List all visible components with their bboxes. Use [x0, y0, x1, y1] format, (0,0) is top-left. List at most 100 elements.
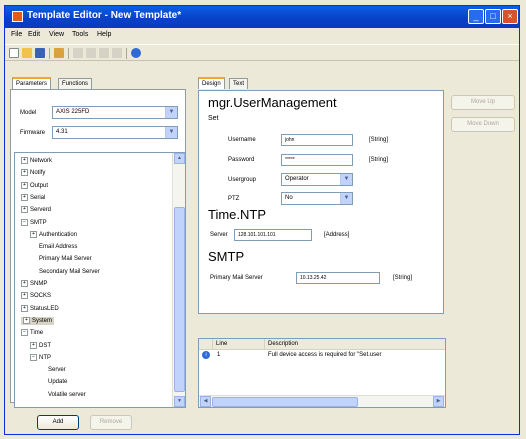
scroll-left-icon[interactable]: ◀: [200, 396, 211, 407]
chevron-down-icon[interactable]: ▼: [340, 193, 352, 204]
expand-icon[interactable]: +: [21, 193, 28, 201]
column-description[interactable]: Description: [265, 339, 445, 350]
expand-icon[interactable]: +: [30, 230, 37, 238]
server-label: Server: [210, 232, 228, 238]
app-icon: [12, 11, 23, 22]
tab-text[interactable]: Text: [229, 78, 249, 89]
expand-icon[interactable]: +: [21, 181, 28, 189]
tree-item[interactable]: − Time: [21, 329, 43, 337]
firmware-select[interactable]: 4.31 ▼: [52, 126, 178, 139]
expand-icon[interactable]: +: [21, 304, 28, 312]
tree-item[interactable]: Update: [48, 378, 67, 386]
tree-item-label: Volatile server: [48, 391, 86, 398]
tree-item[interactable]: − NTP: [30, 353, 51, 362]
tree-item-label: StatusLED: [30, 305, 59, 312]
tree-item-label: Update: [48, 379, 68, 386]
move-down-button[interactable]: Move Down: [451, 117, 515, 132]
collapse-icon[interactable]: −: [21, 218, 28, 226]
tree-item-label: DST: [39, 342, 51, 349]
chevron-down-icon[interactable]: ▼: [340, 174, 352, 185]
section-heading: Time.NTP: [208, 207, 267, 222]
server-field[interactable]: 128.101.101.101: [234, 229, 312, 241]
expand-icon[interactable]: +: [21, 169, 28, 177]
expand-icon[interactable]: +: [21, 206, 28, 214]
menu-edit[interactable]: Edit: [28, 31, 40, 38]
tree-item[interactable]: + StatusLED: [21, 304, 59, 313]
title-bar[interactable]: Template Editor - New Template* _ □ ×: [5, 6, 519, 28]
tree-item[interactable]: + Serverd: [21, 206, 51, 214]
tree-item[interactable]: − SMTP: [21, 218, 47, 227]
tree-item-label: Email Address: [39, 244, 78, 251]
tree-item[interactable]: + SNMP: [21, 280, 47, 288]
parameter-tree[interactable]: + Network + Notify + Output + Serial + Serverd − SM…: [14, 152, 186, 408]
usergroup-select[interactable]: Operator ▼: [281, 173, 353, 186]
toolbar-separator: [68, 48, 69, 59]
tab-parameters[interactable]: Parameters: [12, 77, 52, 89]
tree-item[interactable]: + DST: [30, 341, 51, 350]
grid-scrollbar[interactable]: ◀ ▶: [199, 395, 445, 407]
remove-button[interactable]: Remove: [90, 415, 132, 430]
paste-icon[interactable]: [99, 48, 109, 58]
user-icon[interactable]: [54, 48, 64, 58]
expand-icon[interactable]: +: [21, 292, 28, 300]
menu-help[interactable]: Help: [97, 31, 111, 38]
open-folder-icon[interactable]: [22, 48, 32, 58]
tree-item[interactable]: Secondary Mail Server: [39, 268, 100, 276]
tree-scrollbar[interactable]: ▲ ▼: [172, 153, 185, 407]
menu-file[interactable]: File: [11, 31, 22, 38]
chevron-down-icon[interactable]: ▼: [165, 107, 177, 118]
tree-item[interactable]: Server: [48, 366, 66, 374]
tree-item[interactable]: + Notify: [21, 169, 45, 177]
section-subheading: Set: [208, 115, 219, 122]
tab-functions[interactable]: Functions: [58, 78, 93, 89]
tree-item[interactable]: + System: [21, 316, 55, 325]
scroll-down-icon[interactable]: ▼: [174, 396, 185, 407]
section-heading: mgr.UserManagement: [208, 95, 337, 110]
tree-item[interactable]: Email Address: [39, 243, 77, 251]
primary-mail-server-field[interactable]: 10.13.25.42: [296, 272, 380, 284]
model-select[interactable]: AXIS 225FD ▼: [52, 106, 178, 119]
tab-design[interactable]: Design: [198, 77, 225, 89]
scroll-up-icon[interactable]: ▲: [174, 153, 185, 164]
tree-item[interactable]: Primary Mail Server: [39, 255, 92, 263]
expand-icon[interactable]: +: [21, 280, 28, 287]
expand-icon[interactable]: +: [30, 341, 37, 349]
type-label: [String]: [393, 275, 413, 281]
collapse-icon[interactable]: −: [21, 329, 28, 337]
tree-item-label: SNMP: [30, 281, 48, 287]
expand-icon[interactable]: +: [21, 157, 28, 164]
scroll-right-icon[interactable]: ▶: [433, 396, 444, 407]
type-label: [String]: [369, 137, 389, 143]
username-field[interactable]: john: [281, 134, 353, 146]
collapse-icon[interactable]: −: [30, 353, 37, 361]
tree-item[interactable]: + Output: [21, 181, 48, 190]
cut-icon[interactable]: [73, 48, 83, 58]
password-field[interactable]: *****: [281, 154, 353, 166]
grid-header: Line Description: [199, 339, 445, 350]
tree-item[interactable]: + SOCKS: [21, 292, 51, 300]
help-icon[interactable]: [131, 48, 141, 58]
chevron-down-icon[interactable]: ▼: [165, 127, 177, 138]
menu-view[interactable]: View: [49, 31, 64, 38]
column-line[interactable]: Line: [213, 339, 265, 350]
tree-item-label: Authentication: [39, 231, 78, 238]
delete-icon[interactable]: [112, 48, 122, 58]
add-button[interactable]: Add: [37, 415, 79, 430]
maximize-button[interactable]: □: [485, 9, 501, 24]
save-icon[interactable]: [35, 48, 45, 58]
tree-item[interactable]: Volatile server: [48, 391, 86, 399]
tree-item[interactable]: + Serial: [21, 193, 45, 202]
close-button[interactable]: ×: [502, 9, 518, 24]
minimize-button[interactable]: _: [468, 9, 484, 24]
menu-tools[interactable]: Tools: [72, 31, 88, 38]
messages-grid[interactable]: Line Description i 1 Full device access …: [198, 338, 446, 408]
scroll-thumb[interactable]: [212, 397, 358, 407]
expand-icon[interactable]: +: [23, 316, 30, 324]
copy-icon[interactable]: [86, 48, 96, 58]
ptz-select[interactable]: No ▼: [281, 192, 353, 205]
new-icon[interactable]: [9, 48, 19, 58]
move-up-button[interactable]: Move Up: [451, 95, 515, 110]
tree-item[interactable]: + Network: [21, 157, 52, 165]
scroll-thumb[interactable]: [174, 207, 185, 392]
tree-item[interactable]: + Authentication: [30, 230, 78, 239]
